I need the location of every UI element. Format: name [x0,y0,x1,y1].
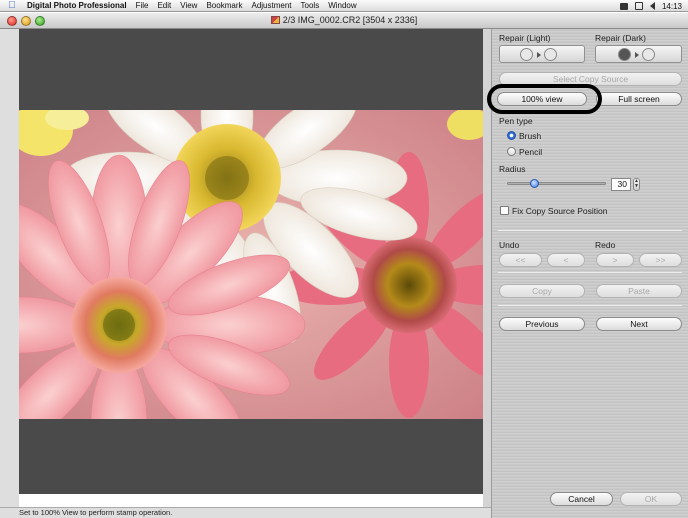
arrow-right-icon [537,52,541,58]
radius-value-field[interactable]: 30 [611,178,631,191]
cancel-button[interactable]: Cancel [550,492,613,506]
redo-button[interactable]: > [596,253,634,267]
repair-light-label: Repair (Light) [499,33,551,43]
undo-button[interactable]: < [547,253,585,267]
status-message: Set to 100% View to perform stamp operat… [19,508,173,517]
pencil-radio[interactable] [507,147,516,156]
copy-button[interactable]: Copy [499,284,585,298]
repair-light-button[interactable] [499,45,585,63]
radius-label: Radius [499,164,526,174]
paste-button[interactable]: Paste [596,284,682,298]
status-bar: Set to 100% View to perform stamp operat… [0,507,491,518]
photo-image[interactable] [19,110,483,419]
repair-dark-button[interactable] [595,45,682,63]
menu-file[interactable]: File [136,1,149,10]
redo-all-button[interactable]: >> [639,253,682,267]
radius-slider-track[interactable] [507,182,606,185]
menu-view[interactable]: View [180,1,197,10]
panel-divider [498,305,682,306]
fix-copy-source-checkbox[interactable] [500,206,509,215]
pen-type-label: Pen type [499,116,533,126]
window-title-bar[interactable]: 2/3 IMG_0002.CR2 [3504 x 2336] [0,13,688,29]
panel-divider [498,272,682,273]
repair-dark-target-icon [642,48,655,61]
volume-icon[interactable] [649,2,655,10]
next-button[interactable]: Next [596,317,682,331]
raw-file-icon [270,16,280,24]
pencil-label[interactable]: Pencil [519,147,542,157]
fix-copy-source-label[interactable]: Fix Copy Source Position [512,206,607,216]
menu-bar:  Digital Photo Professional File Edit V… [0,0,688,12]
apple-icon[interactable]:  [5,0,19,11]
ok-button[interactable]: OK [620,492,682,506]
undo-label: Undo [499,240,520,250]
full-screen-button[interactable]: Full screen [596,92,682,106]
radius-stepper[interactable]: ▲ ▼ [633,178,640,191]
repair-light-source-icon [520,48,533,61]
menu-tools[interactable]: Tools [301,1,320,10]
radius-slider-thumb[interactable] [529,179,539,188]
repair-light-target-icon [544,48,557,61]
arrow-right-icon [635,52,639,58]
window-title: 2/3 IMG_0002.CR2 [3504 x 2336] [282,15,418,25]
previous-button[interactable]: Previous [499,317,585,331]
repair-dark-source-icon [618,48,631,61]
menu-edit[interactable]: Edit [157,1,171,10]
repair-dark-label: Repair (Dark) [595,33,647,43]
menu-window[interactable]: Window [328,1,356,10]
menu-app-name[interactable]: Digital Photo Professional [27,1,127,10]
bluetooth-icon[interactable] [634,2,643,10]
highlight-ring [487,84,602,114]
image-viewer[interactable] [19,29,483,494]
menu-adjustment[interactable]: Adjustment [251,1,291,10]
brush-label[interactable]: Brush [519,131,541,141]
panel-divider [498,230,682,231]
undo-all-button[interactable]: << [499,253,542,267]
redo-label: Redo [595,240,616,250]
menu-bookmark[interactable]: Bookmark [206,1,242,10]
brush-radio[interactable] [507,131,516,140]
menu-clock[interactable]: 14:13 [662,2,682,11]
display-icon[interactable] [619,2,628,10]
left-window-edge [0,29,19,507]
window-title-wrap: 2/3 IMG_0002.CR2 [3504 x 2336] [0,15,688,25]
